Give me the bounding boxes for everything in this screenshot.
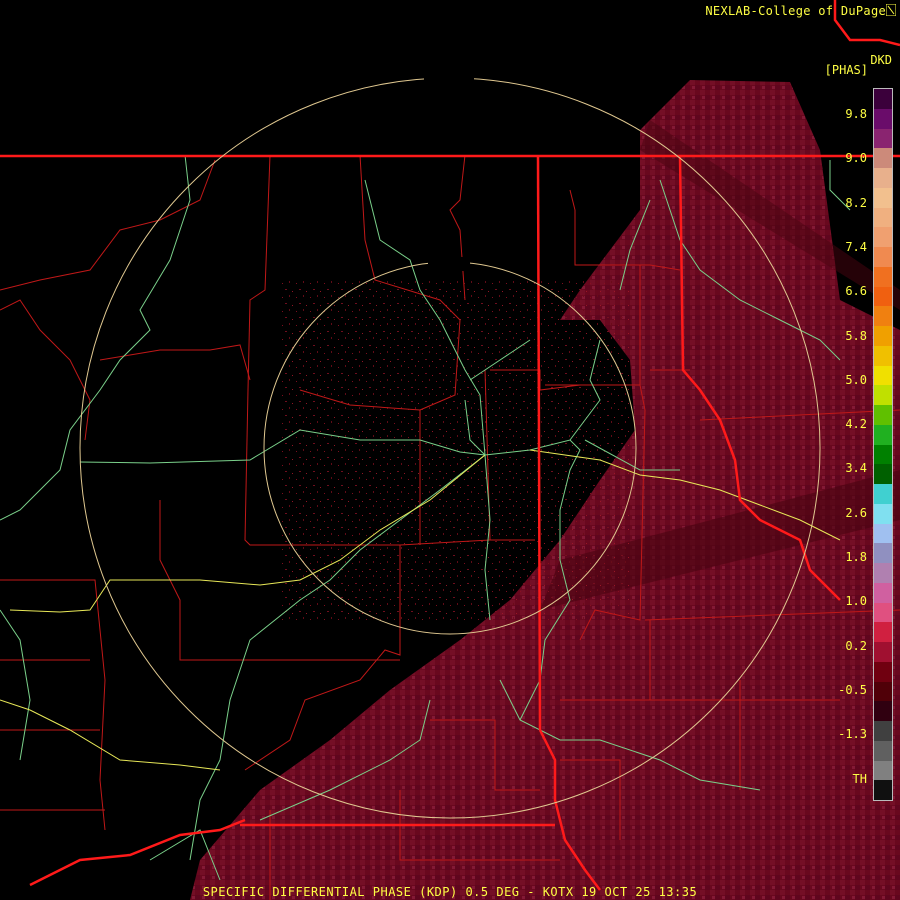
color-scale-label: TH <box>852 771 867 786</box>
color-swatch <box>874 701 892 721</box>
color-swatch <box>874 503 892 524</box>
color-swatch <box>874 424 892 445</box>
color-swatch <box>874 681 892 702</box>
product-caption: SPECIFIC DIFFERENTIAL PHASE (KDP) 0.5 DE… <box>202 885 698 899</box>
color-swatch <box>874 345 892 366</box>
color-swatch <box>874 484 892 504</box>
color-scale-label: 6.6 <box>845 284 867 299</box>
color-scale-label: 3.4 <box>845 461 867 476</box>
color-scale-label: 9.0 <box>845 151 867 166</box>
color-swatch <box>874 543 892 563</box>
color-swatch <box>874 602 892 623</box>
color-swatch <box>874 642 892 662</box>
color-swatch <box>874 365 892 386</box>
color-swatch <box>874 385 892 405</box>
color-swatch <box>874 563 892 583</box>
color-scale-bar <box>873 88 893 801</box>
color-swatch <box>874 187 892 208</box>
color-swatch <box>874 148 892 168</box>
color-swatch <box>874 89 892 109</box>
color-swatch <box>874 227 892 247</box>
product-code: DKD <box>870 53 892 67</box>
color-swatch <box>874 582 892 603</box>
ring-label-100: 100 NMI <box>426 75 473 86</box>
color-swatch <box>874 326 892 346</box>
color-swatch <box>874 740 892 761</box>
color-swatch <box>874 128 892 149</box>
radar-echoes <box>190 80 900 900</box>
color-scale-label: 7.4 <box>845 239 867 254</box>
color-swatch <box>874 523 892 544</box>
color-scale-label: 4.2 <box>845 417 867 432</box>
flag-icon <box>886 4 896 16</box>
color-swatch <box>874 405 892 425</box>
color-swatch <box>874 721 892 741</box>
color-scale-label: 1.8 <box>845 550 867 564</box>
color-scale-label: 5.0 <box>845 372 867 387</box>
credit-label: NEXLAB-College of DuPage <box>705 4 886 18</box>
color-swatch <box>874 444 892 465</box>
color-scale-label: 1.0 <box>845 594 867 609</box>
color-scale-label: -1.3 <box>838 727 867 742</box>
color-swatch <box>874 266 892 287</box>
color-swatch <box>874 168 892 188</box>
color-scale-label: 8.2 <box>845 195 867 210</box>
color-scale-label: 5.8 <box>845 328 867 343</box>
color-swatch <box>874 661 892 682</box>
product-units: [PHAS] <box>824 63 868 77</box>
radar-map: 100 NMI 50 NMI <box>0 0 900 900</box>
color-swatch <box>874 306 892 326</box>
color-swatch <box>874 622 892 642</box>
color-scale-label: 2.6 <box>845 505 867 520</box>
color-swatch <box>874 286 892 307</box>
color-scale-label: -0.5 <box>838 682 867 697</box>
color-swatch <box>874 108 892 129</box>
ring-label-50: 50 NMI <box>429 260 469 271</box>
color-swatch <box>874 780 892 800</box>
color-swatch <box>874 464 892 484</box>
color-scale-label: 9.8 <box>845 107 867 121</box>
color-scale-label: 0.2 <box>845 638 867 653</box>
color-swatch <box>874 760 892 781</box>
color-swatch <box>874 207 892 228</box>
color-swatch <box>874 247 892 267</box>
